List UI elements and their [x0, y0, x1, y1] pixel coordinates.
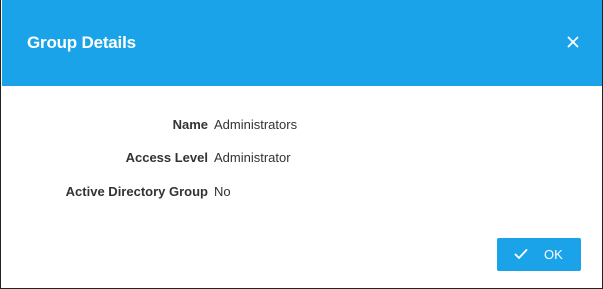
close-button[interactable]: [560, 29, 586, 55]
check-icon: [514, 249, 528, 259]
detail-label: Access Level: [125, 150, 208, 165]
close-icon: [567, 36, 579, 48]
dialog-header: Group Details: [2, 0, 602, 86]
detail-row-active-directory-group: Active Directory Group No: [1, 184, 603, 204]
detail-label: Name: [172, 117, 208, 132]
detail-value: No: [214, 184, 231, 199]
group-details-dialog: Group Details Name Administrators Access…: [0, 0, 603, 289]
dialog-title: Group Details: [27, 33, 136, 52]
ok-button-label: OK: [544, 247, 563, 262]
detail-label: Active Directory Group: [65, 184, 208, 199]
detail-value: Administrators: [214, 117, 298, 132]
detail-value: Administrator: [214, 150, 291, 165]
detail-row-access-level: Access Level Administrator: [1, 150, 603, 170]
detail-row-name: Name Administrators: [1, 117, 603, 137]
ok-button[interactable]: OK: [497, 238, 581, 271]
